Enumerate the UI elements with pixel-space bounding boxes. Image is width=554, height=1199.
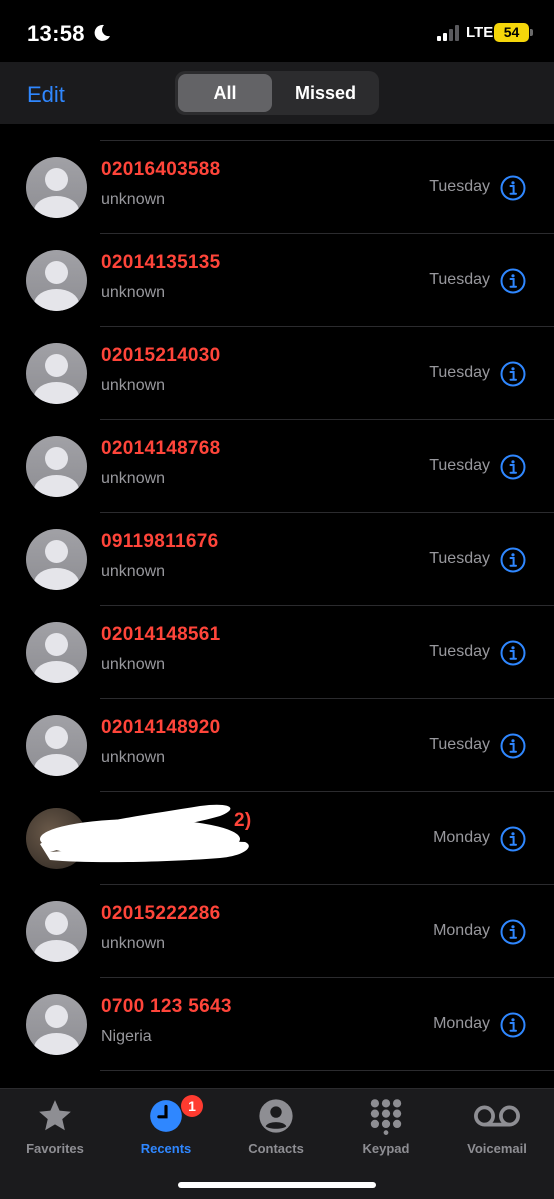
moon-icon — [94, 24, 110, 41]
status-bar: 13:58 LTE 54 — [0, 0, 554, 62]
person-icon — [259, 1099, 293, 1133]
caller-number: 02014135135 — [101, 252, 221, 273]
tab-label: Favorites — [26, 1141, 84, 1156]
network-type: LTE — [466, 24, 494, 41]
avatar-placeholder-icon — [26, 343, 87, 404]
status-time: 13:58 — [27, 21, 85, 46]
segment-missed[interactable]: Missed — [275, 74, 376, 112]
call-day: Tuesday — [429, 643, 490, 660]
tab-label: Keypad — [362, 1141, 410, 1156]
call-day: Tuesday — [429, 736, 490, 753]
caller-label: unknown — [101, 377, 166, 394]
caller-number: 02015222286 — [101, 903, 221, 924]
caller-number: 02014148561 — [101, 624, 221, 645]
phone-recents-screen: 13:58 LTE 54 Edit All Missed 02016403588… — [0, 0, 554, 1199]
tab-recents[interactable]: 1 Recents — [111, 1095, 221, 1159]
recents-header: Edit All Missed — [0, 62, 554, 124]
avatar-placeholder-icon — [26, 622, 87, 683]
call-day: Tuesday — [429, 364, 490, 381]
tab-voicemail[interactable]: Voicemail — [442, 1097, 552, 1159]
call-day: Monday — [433, 922, 490, 939]
call-day: Tuesday — [429, 271, 490, 288]
call-row[interactable]: 2) Monday — [0, 792, 554, 885]
call-row[interactable]: 02014148768 unknown Tuesday — [0, 420, 554, 513]
avatar-placeholder-icon — [26, 157, 87, 218]
caller-number: 02015214030 — [101, 345, 221, 366]
avatar-placeholder-icon — [26, 436, 87, 497]
caller-number: 0700 123 5643 — [101, 996, 232, 1017]
info-icon[interactable] — [500, 640, 526, 666]
filter-segmented-control: All Missed — [175, 71, 379, 115]
caller-number: 02016403588 — [101, 159, 221, 180]
caller-label: unknown — [101, 935, 166, 952]
call-day: Monday — [433, 829, 490, 846]
battery-icon: 54 — [494, 23, 529, 42]
tab-keypad[interactable]: Keypad — [331, 1097, 441, 1159]
call-row[interactable]: 02015214030 unknown Tuesday — [0, 327, 554, 420]
clock-icon — [150, 1100, 182, 1132]
info-icon[interactable] — [500, 1012, 526, 1038]
avatar-placeholder-icon — [26, 901, 87, 962]
call-day: Tuesday — [429, 178, 490, 195]
caller-number: 09119811676 — [101, 531, 219, 552]
caller-label: unknown — [101, 656, 166, 673]
tab-favorites[interactable]: Favorites — [0, 1097, 110, 1159]
caller-label: unknown — [101, 191, 166, 208]
call-row[interactable]: 02014135135 unknown Tuesday — [0, 234, 554, 327]
caller-number: 02014148768 — [101, 438, 221, 459]
signal-icon — [437, 25, 459, 41]
call-row[interactable]: 09119811676 unknown Tuesday — [0, 513, 554, 606]
caller-number: 02014148920 — [101, 717, 221, 738]
info-icon[interactable] — [500, 919, 526, 945]
call-day: Tuesday — [429, 550, 490, 567]
avatar-placeholder-icon — [26, 529, 87, 590]
voicemail-icon — [474, 1105, 520, 1127]
edit-button[interactable]: Edit — [27, 82, 65, 108]
info-icon[interactable] — [500, 175, 526, 201]
call-day: Tuesday — [429, 457, 490, 474]
info-icon[interactable] — [500, 268, 526, 294]
call-row[interactable]: 02014148561 unknown Tuesday — [0, 606, 554, 699]
segment-all[interactable]: All — [178, 74, 272, 112]
tab-contacts[interactable]: Contacts — [221, 1097, 331, 1159]
recent-calls-list[interactable]: 02016403588 unknown Tuesday 02014135135 unkn… — [0, 124, 554, 1088]
home-indicator[interactable] — [178, 1182, 376, 1188]
avatar-placeholder-icon — [26, 994, 87, 1055]
keypad-icon — [370, 1099, 402, 1135]
avatar-placeholder-icon — [26, 715, 87, 776]
caller-label: unknown — [101, 470, 166, 487]
info-icon[interactable] — [500, 361, 526, 387]
missed-count-badge: 1 — [181, 1095, 203, 1117]
info-icon[interactable] — [500, 454, 526, 480]
tab-label: Recents — [140, 1141, 192, 1156]
call-row[interactable]: 02016403588 unknown Tuesday — [0, 141, 554, 234]
caller-label: unknown — [101, 284, 166, 301]
info-icon[interactable] — [500, 547, 526, 573]
call-row[interactable]: 02014148920 unknown Tuesday — [0, 699, 554, 792]
caller-label: unknown — [101, 749, 166, 766]
call-row[interactable]: 02015222286 unknown Monday — [0, 885, 554, 978]
info-icon[interactable] — [500, 733, 526, 759]
tab-label: Voicemail — [467, 1141, 527, 1156]
redaction-scribble — [40, 804, 249, 863]
info-icon[interactable] — [500, 826, 526, 852]
call-day: Monday — [433, 1015, 490, 1032]
battery-cap — [530, 29, 533, 36]
caller-label: unknown — [101, 563, 166, 580]
tab-label: Contacts — [248, 1141, 304, 1156]
caller-label: Nigeria — [101, 1028, 152, 1045]
divider — [100, 1070, 554, 1071]
star-icon — [39, 1100, 71, 1131]
avatar-placeholder-icon — [26, 250, 87, 311]
call-row[interactable]: 0700 123 5643 Nigeria Monday — [0, 978, 554, 1071]
